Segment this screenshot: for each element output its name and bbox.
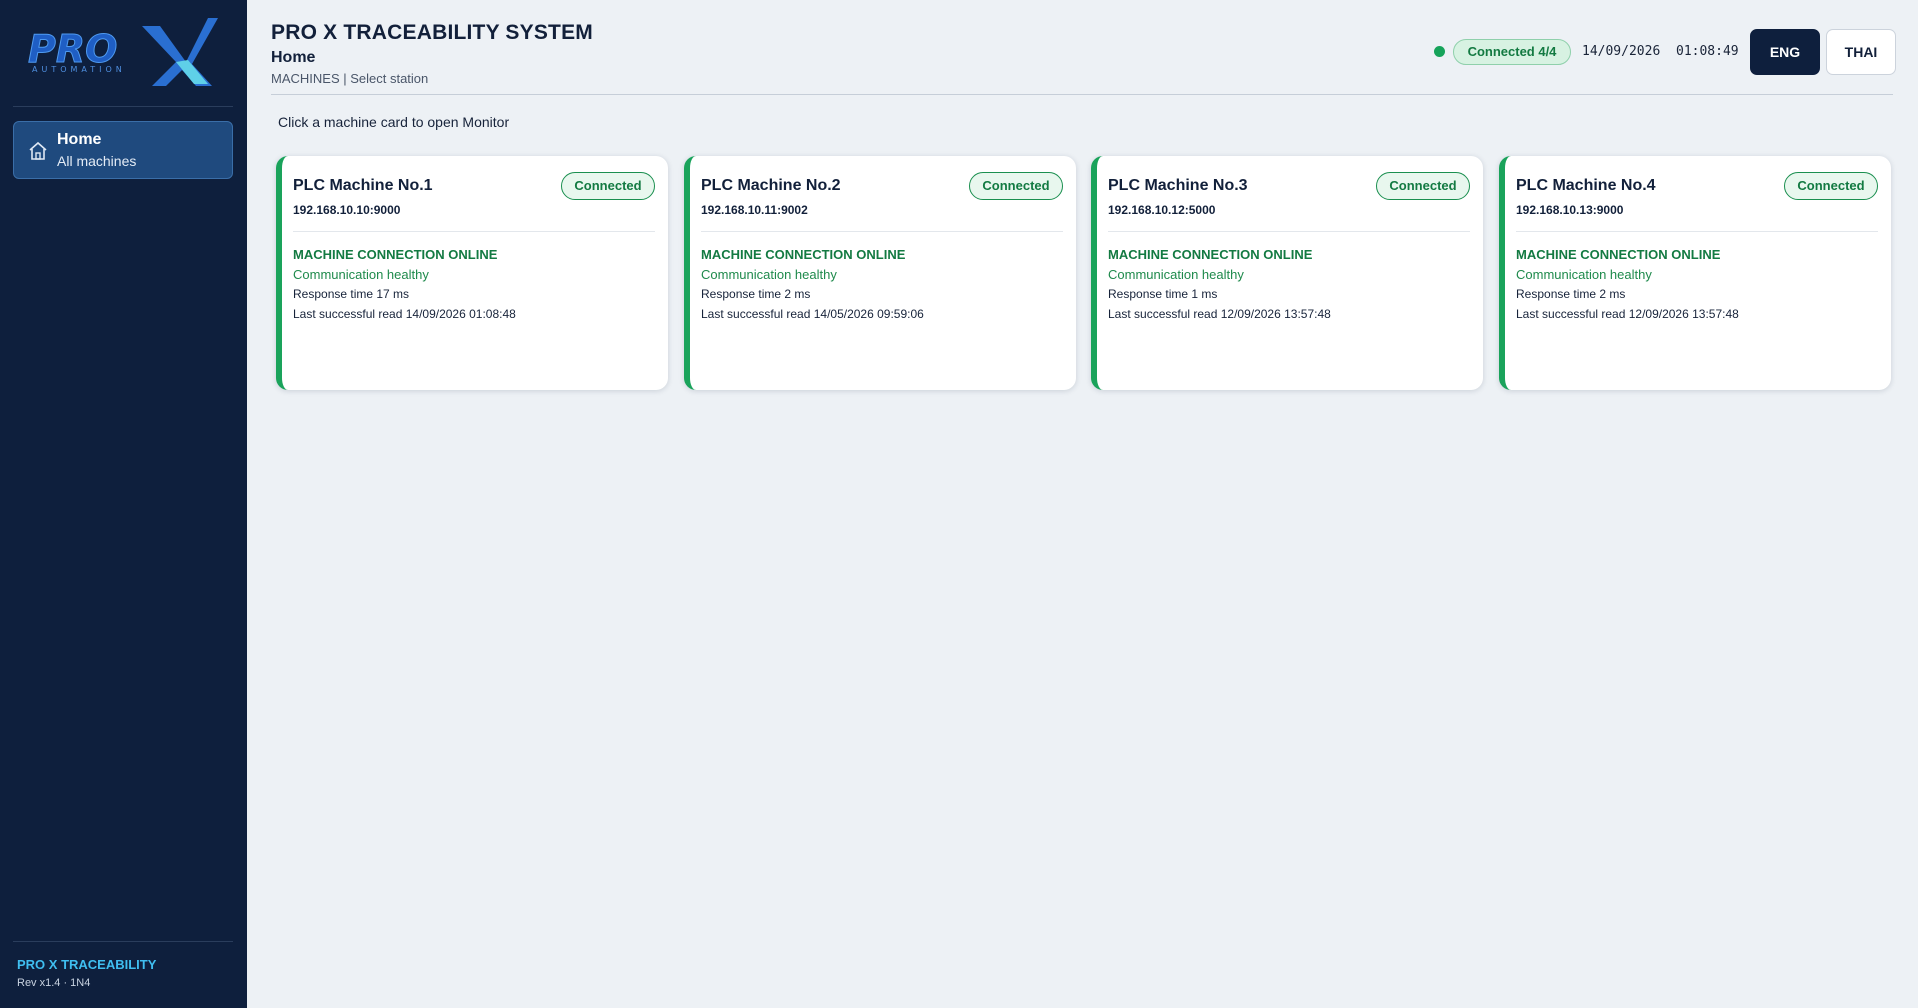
health-text: Communication healthy (1108, 267, 1244, 282)
machine-address: 192.168.10.12:5000 (1108, 203, 1216, 217)
status-badge: Connected (1784, 172, 1878, 200)
health-text: Communication healthy (293, 267, 429, 282)
health-text: Communication healthy (701, 267, 837, 282)
logo-tagline: AUTOMATION (32, 65, 126, 74)
machine-card[interactable]: PLC Machine No.3 192.168.10.12:5000 Conn… (1091, 156, 1483, 390)
card-divider (701, 231, 1063, 232)
machine-name: PLC Machine No.3 (1108, 177, 1248, 194)
card-divider (1516, 231, 1878, 232)
breadcrumb: MACHINES | Select station (271, 71, 429, 86)
machine-name: PLC Machine No.2 (701, 177, 841, 194)
sidebar-footer-divider (13, 941, 233, 942)
machine-name: PLC Machine No.1 (293, 177, 433, 194)
main-content: PRO X TRACEABILITY SYSTEM Home MACHINES … (247, 0, 1918, 1008)
response-time: Response time 2 ms (701, 287, 811, 301)
prox-logo: PRO AUTOMATION (26, 14, 222, 90)
app-title: PRO X TRACEABILITY SYSTEM (271, 21, 593, 44)
machine-address: 192.168.10.10:9000 (293, 203, 401, 217)
connection-status-badge: Connected 4/4 (1453, 39, 1571, 65)
status-badge: Connected (1376, 172, 1470, 200)
sidebar: PRO AUTOMATION Home All machines PRO X T… (0, 0, 247, 1008)
lang-eng-button[interactable]: ENG (1750, 29, 1820, 75)
clock-time: 01:08:49 (1676, 44, 1739, 59)
card-divider (293, 231, 655, 232)
response-time: Response time 1 ms (1108, 287, 1218, 301)
instruction-text: Click a machine card to open Monitor (278, 114, 510, 130)
last-read-time: Last successful read 12/09/2026 13:57:48 (1516, 307, 1739, 321)
connection-status-text: MACHINE CONNECTION ONLINE (293, 247, 498, 262)
connection-status-text: MACHINE CONNECTION ONLINE (1516, 247, 1721, 262)
connection-status-text: MACHINE CONNECTION ONLINE (701, 247, 906, 262)
sidebar-divider (13, 106, 233, 107)
clock-date: 14/09/2026 (1582, 44, 1661, 59)
footer-revision: Rev x1.4 · 1N4 (17, 977, 91, 989)
machine-name: PLC Machine No.4 (1516, 177, 1656, 194)
last-read-time: Last successful read 14/09/2026 01:08:48 (293, 307, 516, 321)
response-time: Response time 2 ms (1516, 287, 1626, 301)
card-divider (1108, 231, 1470, 232)
status-badge: Connected (561, 172, 655, 200)
status-badge: Connected (969, 172, 1063, 200)
sidebar-item-sublabel: All machines (57, 153, 137, 169)
machine-address: 192.168.10.13:9000 (1516, 203, 1624, 217)
connection-status-text: MACHINE CONNECTION ONLINE (1108, 247, 1313, 262)
header-divider (271, 94, 1893, 95)
lang-thai-button[interactable]: THAI (1826, 29, 1896, 75)
response-time: Response time 17 ms (293, 287, 410, 301)
machine-address: 192.168.10.11:9002 (701, 203, 808, 217)
footer-product-name: PRO X TRACEABILITY (17, 957, 157, 972)
machine-card[interactable]: PLC Machine No.2 192.168.10.11:9002 Conn… (684, 156, 1076, 390)
home-icon (27, 140, 49, 162)
machine-card[interactable]: PLC Machine No.1 192.168.10.10:9000 Conn… (276, 156, 668, 390)
last-read-time: Last successful read 14/05/2026 09:59:06 (701, 307, 924, 321)
health-text: Communication healthy (1516, 267, 1652, 282)
page-title: Home (271, 49, 316, 66)
status-dot-icon (1434, 46, 1445, 57)
sidebar-item-home[interactable]: Home All machines (13, 121, 233, 179)
last-read-time: Last successful read 12/09/2026 13:57:48 (1108, 307, 1331, 321)
machine-card[interactable]: PLC Machine No.4 192.168.10.13:9000 Conn… (1499, 156, 1891, 390)
sidebar-item-label: Home (57, 131, 102, 148)
